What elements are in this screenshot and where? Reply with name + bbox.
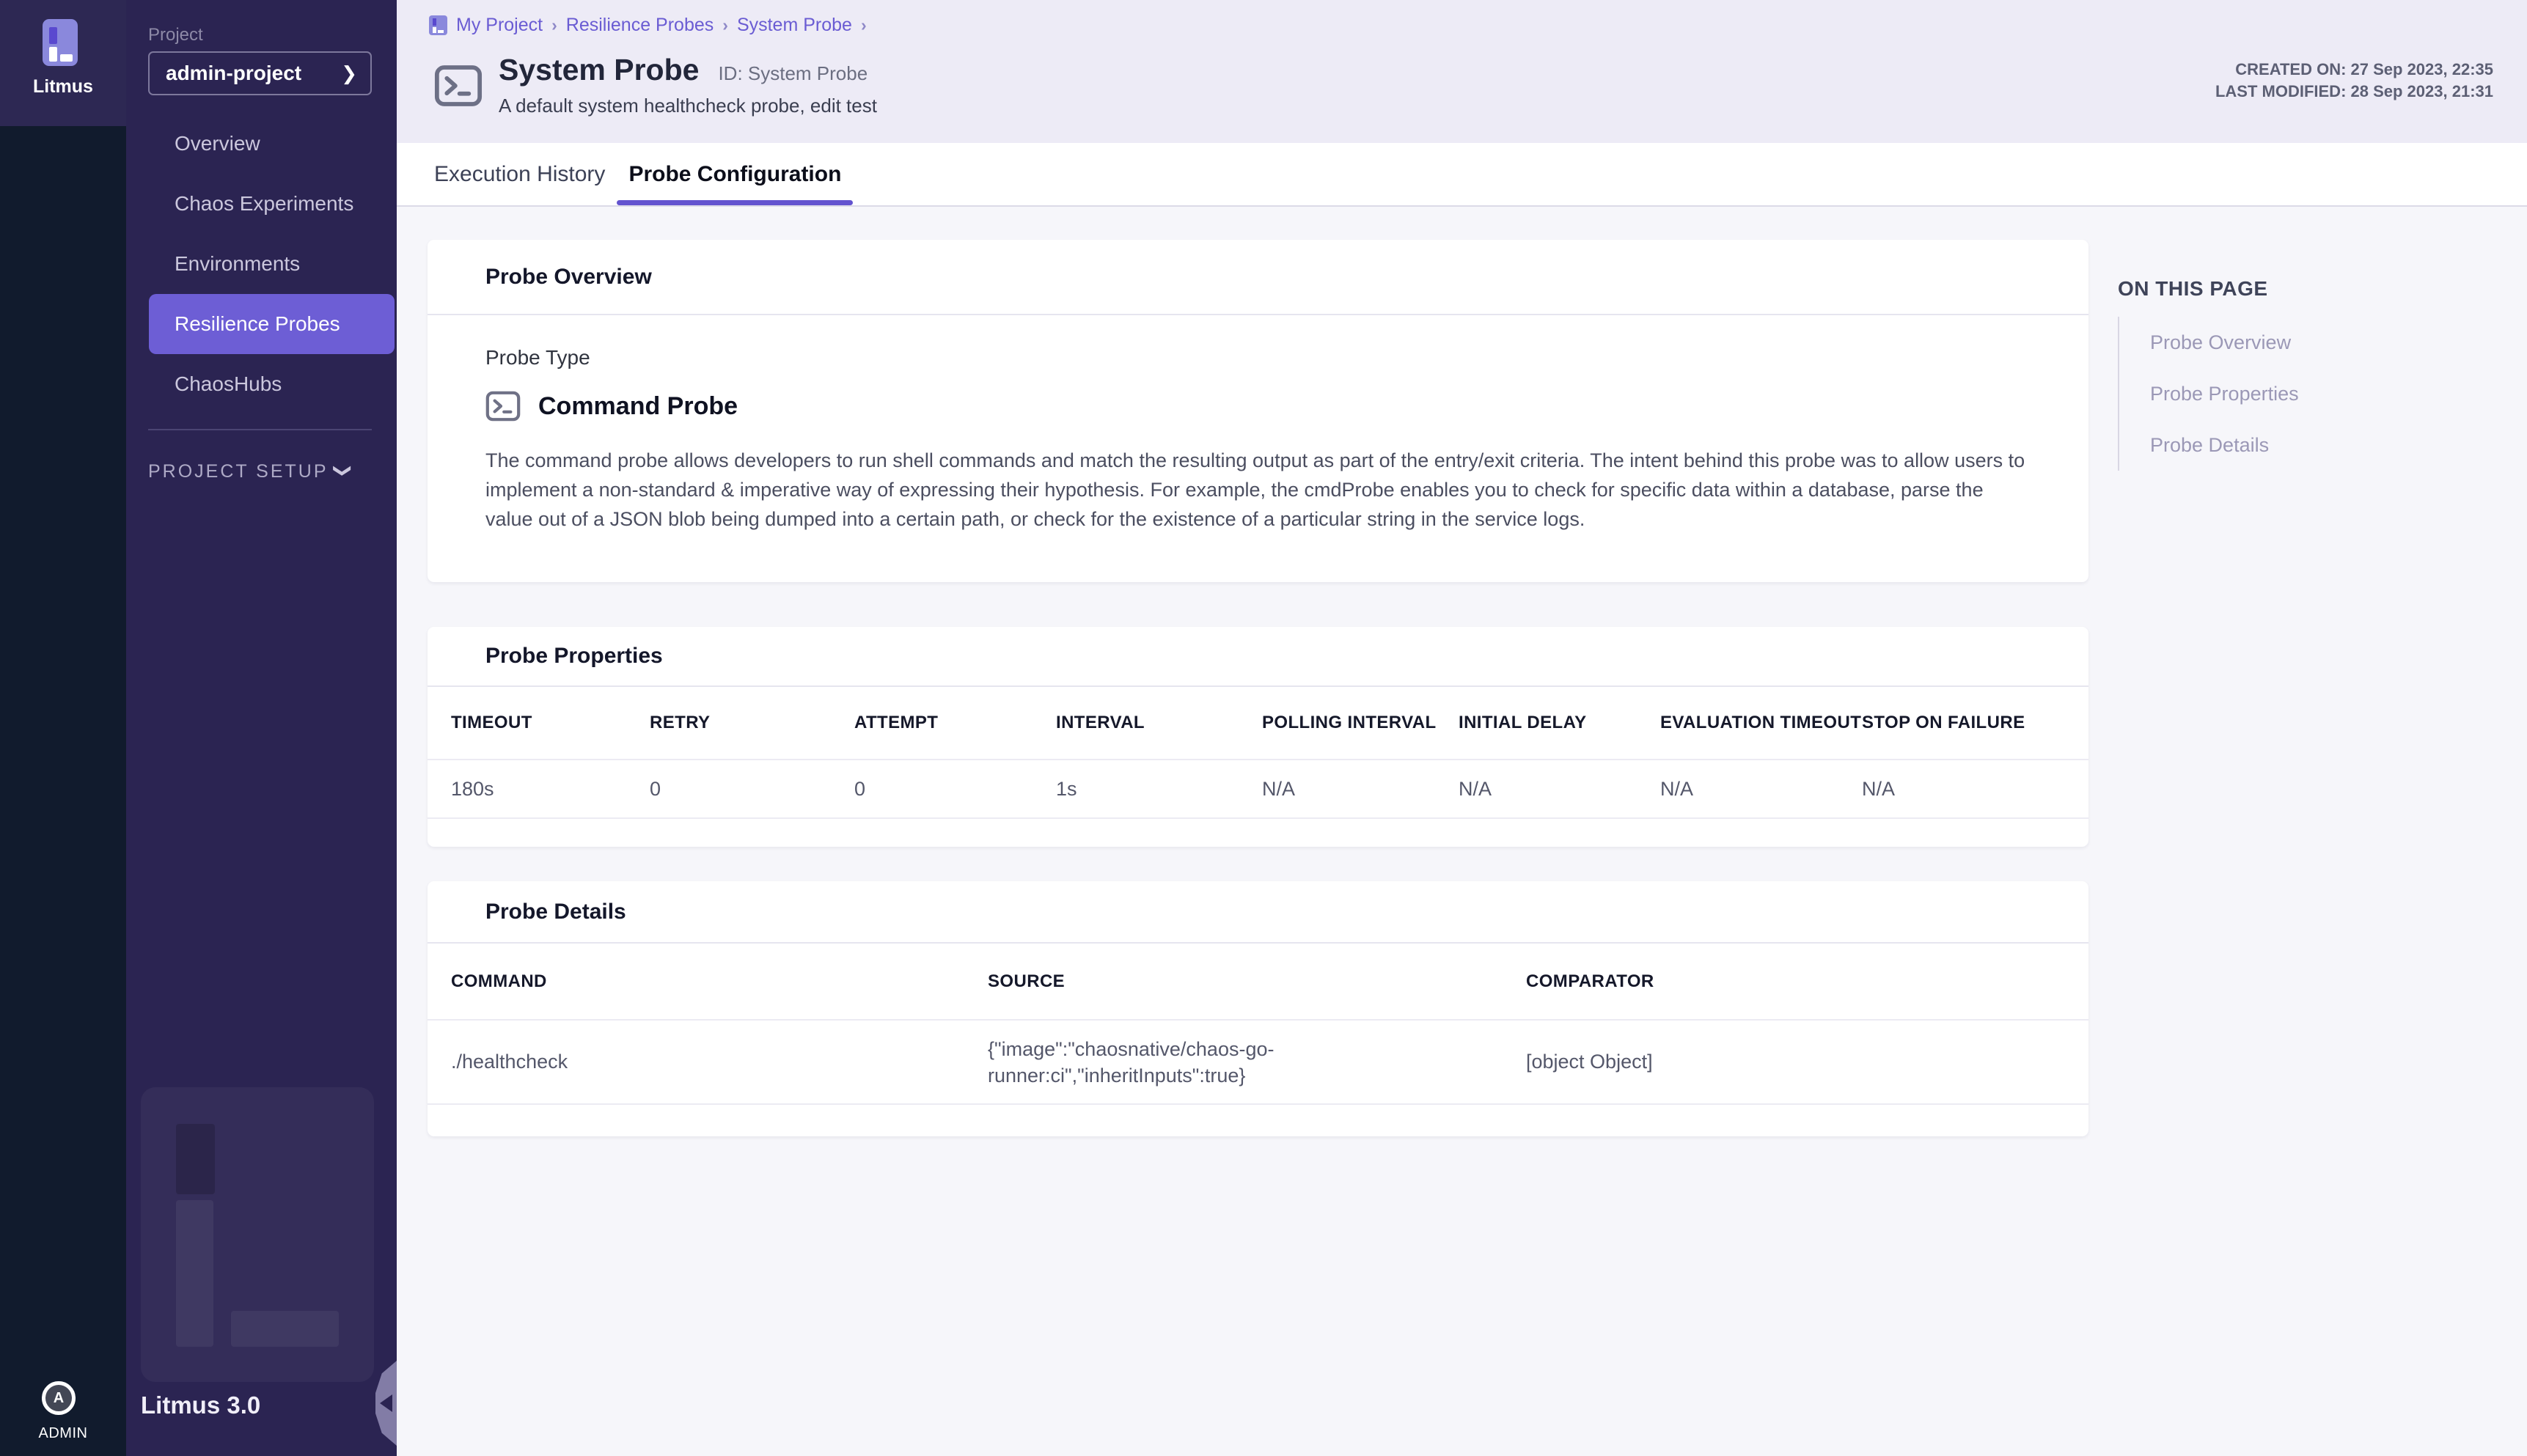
litmus-breadcrumb-icon: [429, 15, 447, 35]
toc-item-probe-overview[interactable]: Probe Overview: [2150, 317, 2499, 368]
source-value: {"image":"chaosnative/chaos-go-runner:ci…: [988, 1036, 1332, 1089]
breadcrumb-my-project[interactable]: My Project: [456, 15, 543, 36]
polling-interval-value: N/A: [1262, 778, 1459, 801]
sidebar-item-chaoshubs[interactable]: ChaosHubs: [126, 354, 397, 414]
column-header: COMPARATOR: [1526, 971, 2088, 992]
avatar-initial: A: [54, 1390, 64, 1407]
column-header: TIMEOUT: [451, 713, 650, 733]
brand-name: Litmus: [0, 76, 126, 98]
project-switcher-value: admin-project: [166, 62, 301, 85]
sidebar-item-resilience-probes[interactable]: Resilience Probes: [149, 294, 395, 354]
terminal-icon: [485, 390, 521, 422]
table-header-row: TIMEOUT RETRY ATTEMPT INTERVAL POLLING I…: [428, 687, 2088, 760]
probe-description: A default system healthcheck probe, edit…: [499, 95, 877, 117]
probe-type-description: The command probe allows developers to r…: [485, 446, 2030, 534]
sidebar-item-environments[interactable]: Environments: [126, 234, 397, 294]
column-header: INTERVAL: [1056, 713, 1262, 733]
column-header: RETRY: [650, 713, 854, 733]
collapse-arrow-icon: [380, 1394, 392, 1412]
command-value: ./healthcheck: [451, 1051, 988, 1073]
page-title: System Probe: [499, 53, 699, 87]
table-row: ./healthcheck {"image":"chaosnative/chao…: [428, 1021, 2088, 1105]
left-rail: Litmus A ADMIN: [0, 0, 126, 1456]
on-this-page-list: Probe Overview Probe Properties Probe De…: [2118, 317, 2499, 471]
project-setup-label: PROJECT SETUP: [148, 461, 329, 482]
title-block: System Probe ID: System Probe A default …: [499, 53, 877, 117]
column-header: COMMAND: [451, 971, 988, 992]
breadcrumb-separator: ›: [551, 15, 557, 35]
sidebar-item-chaos-experiments[interactable]: Chaos Experiments: [126, 174, 397, 234]
column-header: EVALUATION TIMEOUT: [1660, 713, 1862, 733]
column-header: SOURCE: [988, 971, 1526, 992]
created-on: CREATED ON: 27 Sep 2023, 22:35: [2215, 59, 2493, 81]
initial-delay-value: N/A: [1459, 778, 1660, 801]
probe-type-value: Command Probe: [538, 392, 738, 421]
breadcrumb-separator: ›: [861, 15, 867, 35]
terminal-icon: [434, 65, 483, 107]
litmus-logo-icon: [43, 19, 78, 66]
chevron-down-icon: ❯: [332, 463, 353, 479]
probe-details-card: Probe Details COMMAND SOURCE COMPARATOR …: [428, 881, 2088, 1136]
card-title: Probe Properties: [428, 627, 2088, 687]
evaluation-timeout-value: N/A: [1660, 778, 1862, 801]
collapse-sidebar-handle[interactable]: [375, 1361, 397, 1446]
probe-overview-card: Probe Overview Probe Type Command Probe …: [428, 240, 2088, 582]
chevron-right-icon: ❯: [341, 62, 357, 85]
breadcrumb: My Project › Resilience Probes › System …: [429, 12, 867, 38]
tab-execution-history[interactable]: Execution History: [422, 143, 617, 205]
interval-value: 1s: [1056, 778, 1262, 801]
avatar-label: ADMIN: [0, 1425, 126, 1442]
probe-type-label: Probe Type: [485, 346, 2030, 369]
attempt-value: 0: [854, 778, 1056, 801]
sidebar-divider: [148, 429, 372, 430]
column-header: POLLING INTERVAL: [1262, 713, 1459, 733]
column-header: STOP ON FAILURE: [1862, 713, 2088, 733]
project-switcher[interactable]: admin-project ❯: [148, 51, 372, 95]
last-modified: LAST MODIFIED: 28 Sep 2023, 21:31: [2215, 81, 2493, 103]
content-area: Probe Overview Probe Type Command Probe …: [397, 207, 2527, 1456]
probe-properties-card: Probe Properties TIMEOUT RETRY ATTEMPT I…: [428, 627, 2088, 847]
retry-value: 0: [650, 778, 854, 801]
probe-type-row: Command Probe: [485, 390, 2030, 422]
litmus-watermark-logo: [141, 1087, 374, 1382]
avatar[interactable]: A: [42, 1381, 76, 1415]
probe-id: ID: System Probe: [718, 62, 868, 85]
project-setup-toggle[interactable]: PROJECT SETUP ❯: [148, 451, 372, 492]
breadcrumb-separator: ›: [722, 15, 728, 35]
card-title: Probe Overview: [428, 240, 2088, 315]
sidebar-item-overview[interactable]: Overview: [126, 114, 397, 174]
litmus-app: Litmus A ADMIN Project admin-project ❯ O…: [0, 0, 2527, 1456]
probe-overview-body: Probe Type Command Probe The command pro…: [428, 315, 2088, 534]
table-header-row: COMMAND SOURCE COMPARATOR: [428, 944, 2088, 1021]
timeout-value: 180s: [451, 778, 650, 801]
on-this-page: ON THIS PAGE Probe Overview Probe Proper…: [2118, 277, 2499, 471]
page-header: My Project › Resilience Probes › System …: [397, 0, 2527, 143]
stop-on-failure-value: N/A: [1862, 778, 2088, 801]
app-version: Litmus 3.0: [141, 1391, 260, 1419]
toc-item-probe-properties[interactable]: Probe Properties: [2150, 368, 2499, 419]
sidebar-nav: Overview Chaos Experiments Environments …: [126, 114, 397, 414]
main-area: My Project › Resilience Probes › System …: [397, 0, 2527, 1456]
comparator-value: [object Object]: [1526, 1051, 2088, 1073]
breadcrumb-resilience-probes[interactable]: Resilience Probes: [566, 15, 714, 36]
table-row: 180s 0 0 1s N/A N/A N/A N/A: [428, 760, 2088, 819]
column-header: INITIAL DELAY: [1459, 713, 1660, 733]
timestamps: CREATED ON: 27 Sep 2023, 22:35 LAST MODI…: [2215, 59, 2493, 103]
tab-bar: Execution History Probe Configuration: [397, 143, 2527, 207]
card-title: Probe Details: [428, 881, 2088, 944]
sidebar: Project admin-project ❯ Overview Chaos E…: [126, 0, 397, 1456]
breadcrumb-system-probe[interactable]: System Probe: [737, 15, 852, 36]
project-label: Project: [148, 25, 203, 45]
on-this-page-title: ON THIS PAGE: [2118, 277, 2499, 301]
toc-item-probe-details[interactable]: Probe Details: [2150, 419, 2499, 471]
tab-probe-configuration[interactable]: Probe Configuration: [617, 143, 853, 205]
brand-block[interactable]: Litmus: [0, 0, 126, 126]
column-header: ATTEMPT: [854, 713, 1056, 733]
